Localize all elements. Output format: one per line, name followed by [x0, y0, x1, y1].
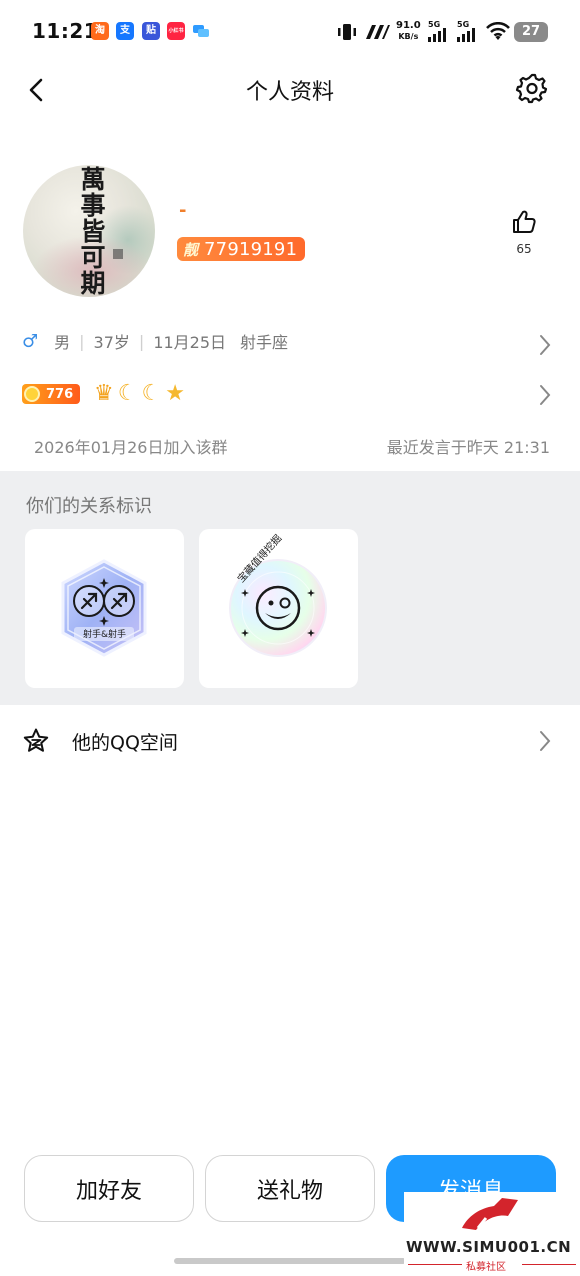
home-indicator[interactable]	[174, 1258, 406, 1264]
signal-icon	[428, 26, 446, 42]
male-icon: ♂	[22, 330, 39, 352]
moon-icon: ☾	[141, 381, 162, 406]
send-gift-button[interactable]: 送礼物	[205, 1155, 375, 1222]
taobao-icon: 淘	[91, 22, 109, 40]
qzone-star-icon	[23, 728, 49, 752]
speed-unit: KB/s	[398, 32, 419, 41]
watermark-logo	[462, 1198, 518, 1231]
qzone-label: 他的QQ空间	[72, 732, 178, 754]
sagittarius-pair-badge	[61, 559, 147, 657]
qzone-row[interactable]: 他的QQ空间	[0, 705, 580, 777]
age: 37岁	[93, 333, 130, 352]
wifi-icon	[486, 21, 510, 46]
relation-badge-card[interactable]: 射手&射手	[25, 529, 184, 688]
status-bar: 11:21 淘 支 贴 小红书 91.0 KB/s 5G 5G 27	[0, 0, 580, 62]
like-count: 65	[516, 242, 532, 256]
crown-icon: ♛	[94, 381, 114, 406]
gear-icon	[515, 73, 548, 104]
add-friend-button[interactable]: 加好友	[24, 1155, 194, 1222]
treasure-badge	[229, 559, 327, 657]
level-row[interactable]: 776 ♛ ☾ ☾ ★	[0, 382, 580, 410]
watermark: WWW.SIMU001.CN 私募社区	[404, 1192, 580, 1276]
last-speak: 最近发言于昨天 21:31	[386, 438, 550, 457]
avatar[interactable]: 萬事皆可期	[23, 165, 155, 297]
tieba-icon: 贴	[142, 22, 160, 40]
points-badge: 776	[22, 384, 80, 404]
relation-section: 你们的关系标识 射手&射手 宝藏值得挖掘	[0, 471, 580, 705]
watermark-url: WWW.SIMU001.CN	[406, 1238, 572, 1256]
thumbs-up-icon	[513, 210, 536, 233]
chevron-right-icon	[540, 335, 551, 355]
watermark-sub: 私募社区	[466, 1262, 506, 1273]
alipay-icon: 支	[116, 22, 134, 40]
avatar-seal	[113, 249, 123, 259]
battery-indicator: 27	[514, 22, 548, 42]
basic-info-row[interactable]: ♂ 男 | 37岁 | 11月25日 射手座	[0, 329, 580, 361]
settings-button[interactable]	[514, 70, 550, 106]
chevron-right-icon	[540, 385, 551, 405]
liang-badge-label: 靓	[183, 240, 199, 259]
coin-icon	[24, 386, 40, 402]
like-button[interactable]: 65	[506, 208, 542, 258]
header: 个人资料	[0, 62, 580, 118]
gender: 男	[54, 333, 71, 352]
message-icon	[192, 22, 210, 40]
page-title: 个人资料	[245, 80, 334, 105]
relation-badge-card[interactable]: 宝藏值得挖掘	[199, 529, 358, 688]
basic-info: ♂ 男 | 37岁 | 11月25日 射手座	[22, 330, 289, 353]
star-icon: ★	[165, 381, 185, 406]
data-saver-icon	[364, 24, 390, 44]
signal-icon	[457, 26, 475, 42]
relation-title: 你们的关系标识	[26, 496, 152, 517]
qq-number: 77919191	[204, 238, 298, 260]
xiaohongshu-icon: 小红书	[167, 22, 185, 40]
qq-number-badge: 靓 77919191	[177, 237, 306, 261]
relation-badge-label: 射手&射手	[82, 630, 127, 640]
moon-icon: ☾	[117, 381, 138, 406]
network-speed: 91.0 KB/s	[396, 20, 421, 42]
join-date: 2026年01月26日加入该群	[34, 438, 228, 457]
zodiac: 射手座	[240, 333, 289, 352]
group-info-row: 2026年01月26日加入该群 最近发言于昨天 21:31	[0, 434, 580, 458]
avatar-calligraphy: 萬事皆可期	[80, 165, 106, 297]
vibrate-icon	[336, 22, 358, 46]
status-time: 11:21	[32, 19, 99, 43]
nickname: -	[179, 200, 187, 221]
chevron-right-icon	[540, 731, 551, 751]
birthday: 11月25日	[153, 333, 227, 352]
level-badges: 776 ♛ ☾ ☾ ★	[22, 382, 185, 406]
points-value: 776	[46, 386, 74, 402]
speed-value: 91.0	[396, 20, 421, 31]
